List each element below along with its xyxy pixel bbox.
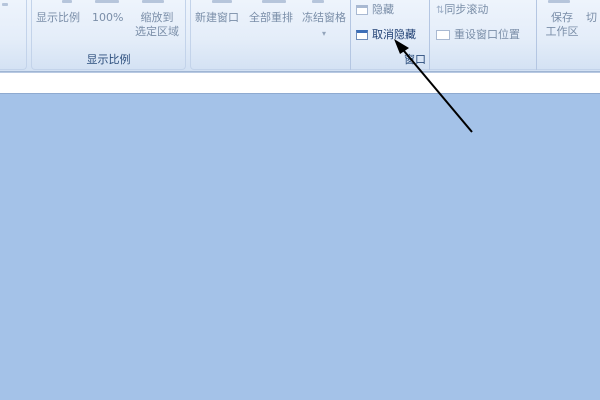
sync-scroll-label: 同步滚动 (444, 3, 489, 16)
ribbon: 显示比例 100% 缩放到 选定区域 显示比例 新建窗口 全部重排 冻结窗格 ▾… (0, 0, 600, 72)
unhide-window-icon (356, 30, 368, 40)
zoom-100-icon (95, 0, 119, 3)
freeze-panes-button[interactable]: 冻结窗格 (302, 11, 346, 25)
window-group-label: 窗口 (404, 53, 426, 66)
synchronous-scrolling-button[interactable]: ⇅同步滚动 (436, 3, 488, 18)
zoom-button[interactable]: 显示比例 (36, 11, 80, 25)
zoom-selection-icon (142, 0, 164, 3)
zoom-group-label: 显示比例 (86, 53, 131, 66)
workbook-area (0, 95, 600, 400)
new-window-button[interactable]: 新建窗口 (195, 11, 239, 25)
save-workspace-label-1: 保存 (551, 11, 573, 24)
hide-window-icon (356, 5, 368, 15)
freeze-panes-icon (312, 0, 324, 3)
save-workspace-label-2: 工作区 (545, 25, 579, 38)
window-group-divider-1 (350, 0, 351, 70)
cutoff-icon (2, 3, 8, 6)
save-workspace-icon (548, 0, 570, 3)
zoom-to-selection-label-1: 缩放到 (140, 11, 174, 24)
hide-label: 隐藏 (372, 3, 394, 16)
save-workspace-button[interactable]: 保存 工作区 (540, 11, 584, 39)
reset-position-icon (436, 30, 450, 40)
arrange-all-button[interactable]: 全部重排 (249, 11, 293, 25)
zoom-100-button[interactable]: 100% (92, 11, 123, 25)
formula-bar[interactable] (0, 72, 600, 94)
zoom-to-selection-label-2: 选定区域 (135, 25, 179, 38)
window-group-divider-3 (536, 0, 537, 70)
arrange-all-icon (262, 0, 286, 3)
unhide-label: 取消隐藏 (372, 28, 416, 41)
zoom-icon (62, 0, 72, 3)
zoom-to-selection-button[interactable]: 缩放到 选定区域 (131, 11, 183, 39)
dropdown-arrow-icon: ▾ (322, 29, 327, 38)
unhide-button[interactable]: 取消隐藏 (356, 28, 416, 42)
reset-window-position-button[interactable]: 重设窗口位置 (436, 28, 520, 42)
ribbon-group-cutoff (0, 0, 27, 70)
new-window-icon (212, 0, 232, 3)
hide-button[interactable]: 隐藏 (356, 3, 394, 17)
reset-position-label: 重设窗口位置 (454, 28, 520, 41)
switch-windows-button[interactable]: 切 (586, 11, 597, 25)
